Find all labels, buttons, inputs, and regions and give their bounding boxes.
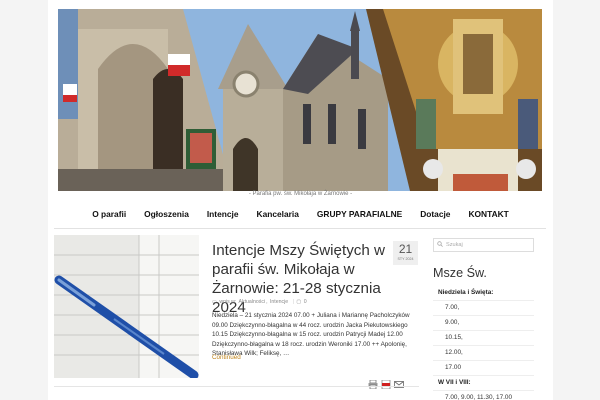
weekday-header: W VII i VIII: [433, 375, 534, 390]
main-nav: O parafii Ogłoszenia Intencje Kancelaria… [48, 209, 553, 219]
email-icon[interactable] [394, 376, 404, 388]
post-thumbnail[interactable] [54, 235, 199, 378]
share-icons [368, 376, 404, 390]
banner-caption: - Parafia pw. św. Mikołaja w Żarnowie - [248, 191, 353, 197]
print-icon[interactable] [368, 376, 378, 390]
comment-icon: ▢ [296, 299, 302, 305]
list-item: 17.00 [433, 360, 534, 375]
search-placeholder: Szukaj [446, 242, 463, 248]
list-item: 7.00, [433, 300, 534, 315]
search-input[interactable]: Szukaj [433, 238, 534, 252]
page: - Parafia pw. św. Mikołaja w Żarnowie - … [48, 0, 553, 400]
meta-prefix: wpis w: [219, 299, 237, 305]
meta-divider: | [292, 299, 294, 305]
category-link-aktualnosci[interactable]: Aktualności [239, 299, 266, 305]
nav-item-ogloszenia[interactable]: Ogłoszenia [135, 209, 198, 219]
post-date-day: 21 [398, 242, 413, 256]
pdf-icon[interactable] [381, 376, 391, 390]
list-item: 10.15, [433, 330, 534, 345]
list-item: 9.00, [433, 315, 534, 330]
nav-item-kontakt[interactable]: KONTAKT [459, 209, 517, 219]
search-icon [437, 241, 443, 249]
nav-item-o-parafii[interactable]: O parafii [83, 209, 135, 219]
sunday-header: Niedziela i Święta: [438, 289, 494, 296]
mass-times-list: Niedziela i Święta: 7.00, 9.00, 10.15, 1… [433, 286, 534, 400]
list-item: 7.00, 9.00, 11.30, 17.00 [433, 390, 534, 400]
post-date-month: STY 2024 [397, 257, 414, 261]
post-date: 21 STY 2024 [393, 241, 418, 265]
header-banner [58, 9, 542, 191]
list-item: 12.00, [433, 345, 534, 360]
post-divider [54, 386, 419, 387]
nav-item-kancelaria[interactable]: Kancelaria [248, 209, 308, 219]
post-title[interactable]: Intencje Mszy Świętych w parafii św. Mik… [212, 241, 412, 317]
nav-item-intencje[interactable]: Intencje [198, 209, 248, 219]
category-link-intencje[interactable]: Intencje [270, 299, 288, 305]
continued-link[interactable]: Continued [212, 354, 241, 361]
comment-count[interactable]: 0 [304, 299, 307, 305]
post-excerpt: Niedziela – 21 stycznia 2024 07.00 + Jul… [212, 312, 410, 358]
nav-item-grupy-parafialne[interactable]: GRUPY PARAFIALNE [308, 209, 411, 219]
folder-icon: ▭ [212, 299, 217, 305]
nav-item-dotacje[interactable]: Dotacje [411, 209, 459, 219]
nav-divider [54, 228, 546, 229]
widget-title-msze: Msze Św. [433, 266, 487, 280]
post-meta: ▭ wpis w: Aktualności, Intencje | ▢ 0 [212, 299, 307, 305]
